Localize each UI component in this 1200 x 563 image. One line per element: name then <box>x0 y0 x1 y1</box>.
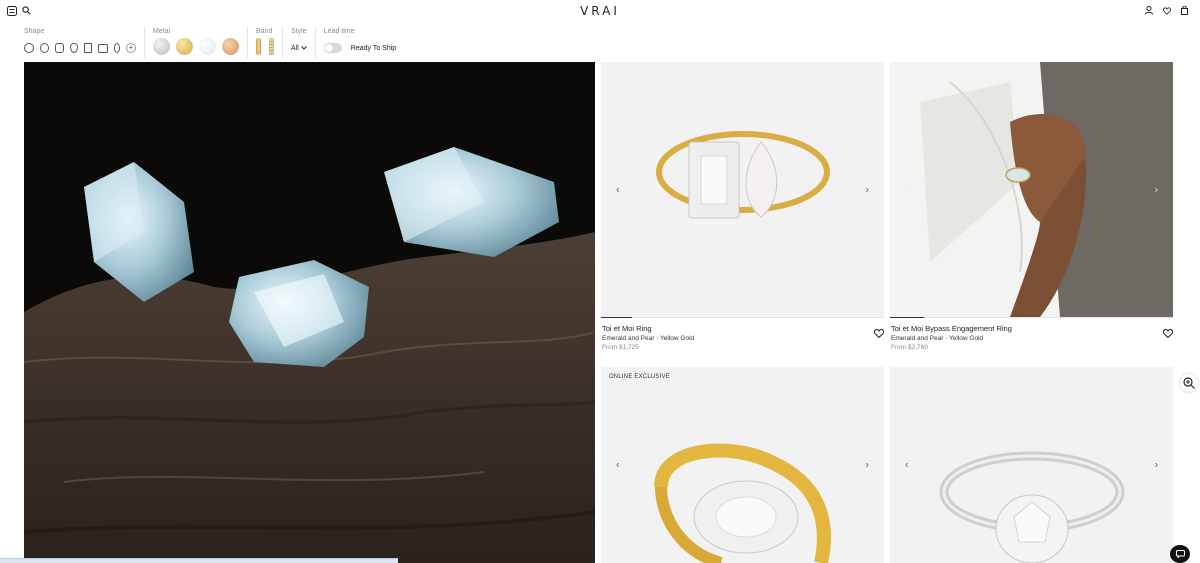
zoom-button[interactable] <box>1180 374 1198 392</box>
loose-diamonds-illustration <box>24 62 595 563</box>
band-options <box>256 37 274 55</box>
product-description: Emerald and Pear · Yellow Gold <box>891 335 984 342</box>
shape-cushion-icon[interactable] <box>55 43 64 53</box>
shape-emerald-icon[interactable] <box>84 43 92 53</box>
band-pave-icon[interactable] <box>269 37 274 55</box>
carousel-progress-fill <box>601 317 633 318</box>
product-image[interactable]: ‹ › <box>601 62 884 318</box>
filter-lead-time: Lead time Ready To Ship <box>323 27 404 58</box>
shape-oval-icon[interactable] <box>40 43 49 53</box>
browser-status-bar <box>0 558 398 563</box>
filter-style: Style All <box>291 27 316 58</box>
ring-illustration <box>939 451 1125 563</box>
filter-shape: Shape + <box>24 27 145 58</box>
carousel-progress-fill <box>890 317 924 318</box>
metal-rose-gold-swatch[interactable] <box>222 37 239 55</box>
filter-metal: Metal <box>153 27 248 58</box>
account-icon[interactable] <box>1143 5 1154 16</box>
metal-yellow-gold-swatch[interactable] <box>176 37 193 55</box>
online-exclusive-badge: ONLINE EXCLUSIVE <box>609 374 670 380</box>
chevron-down-icon <box>300 46 307 50</box>
ready-to-ship-label: Ready To Ship <box>350 44 397 52</box>
metal-platinum-swatch[interactable] <box>153 37 170 55</box>
product-card[interactable]: ‹ › Toi et Moi Bypass Engagement Ring Em… <box>890 62 1174 362</box>
lead-time-toggle-row: Ready To Ship <box>323 41 397 55</box>
style-value: All <box>291 44 299 52</box>
filter-style-label: Style <box>291 28 307 35</box>
carousel-next-icon[interactable]: › <box>1155 460 1158 471</box>
ring-on-hand-photo <box>890 62 1173 317</box>
style-dropdown[interactable]: All <box>291 41 307 55</box>
ring-illustration <box>656 131 830 219</box>
ring-illustration <box>654 443 831 563</box>
product-info: Toi et Moi Bypass Engagement Ring Emeral… <box>891 324 1174 352</box>
product-card[interactable]: ‹ › <box>890 367 1173 563</box>
carousel-prev-icon[interactable]: ‹ <box>616 460 619 471</box>
wishlist-heart-icon[interactable] <box>1162 325 1174 339</box>
product-card[interactable]: ONLINE EXCLUSIVE ‹ › <box>601 367 884 563</box>
hero-image-diamonds[interactable] <box>24 62 595 563</box>
shape-round-icon[interactable] <box>24 43 34 53</box>
carousel-prev-icon[interactable]: ‹ <box>616 185 619 196</box>
product-info: Toi et Moi Ring Emerald and Pear · Yello… <box>602 324 885 352</box>
shape-pear-icon[interactable] <box>70 43 78 53</box>
carousel-prev-icon[interactable]: ‹ <box>905 460 908 471</box>
product-price: From $2,760 <box>891 344 928 351</box>
brand-logo[interactable]: VRAI <box>0 4 1200 18</box>
ready-to-ship-toggle[interactable] <box>323 43 342 53</box>
carousel-next-icon[interactable]: › <box>1155 185 1158 196</box>
band-plain-icon[interactable] <box>256 37 261 55</box>
filter-band: Band <box>256 27 283 58</box>
filter-metal-label: Metal <box>153 28 171 35</box>
carousel-prev-icon[interactable]: ‹ <box>905 185 908 196</box>
metal-white-gold-swatch[interactable] <box>199 37 216 55</box>
carousel-next-icon[interactable]: › <box>866 460 869 471</box>
carousel-progress <box>890 317 1173 318</box>
style-select[interactable]: All <box>291 45 307 52</box>
toggle-knob <box>324 44 333 52</box>
carousel-next-icon[interactable]: › <box>866 185 869 196</box>
wishlist-heart-icon[interactable] <box>873 325 885 339</box>
site-header: VRAI <box>0 0 1200 22</box>
shape-marquise-icon[interactable] <box>114 43 120 53</box>
product-image[interactable]: ‹ › <box>890 62 1173 318</box>
zoom-in-icon <box>1183 377 1195 389</box>
header-right <box>1143 5 1190 16</box>
product-name[interactable]: Toi et Moi Bypass Engagement Ring <box>891 324 1174 334</box>
product-image[interactable]: ONLINE EXCLUSIVE ‹ › <box>601 367 884 563</box>
filter-bar: Shape + Metal Band Style All Lead time R… <box>24 27 412 59</box>
carousel-progress <box>601 317 884 318</box>
metal-options <box>153 37 239 55</box>
filter-band-label: Band <box>256 28 273 35</box>
shape-radiant-icon[interactable] <box>98 43 108 53</box>
chat-button[interactable] <box>1170 545 1190 563</box>
chat-icon <box>1175 550 1185 558</box>
product-price: From $1,725 <box>602 344 639 351</box>
filter-lead-time-label: Lead time <box>323 28 355 35</box>
filter-shape-label: Shape <box>24 28 45 35</box>
product-name[interactable]: Toi et Moi Ring <box>602 324 885 334</box>
product-description: Emerald and Pear · Yellow Gold <box>602 335 695 342</box>
shape-more-icon[interactable]: + <box>126 43 136 53</box>
wishlist-icon[interactable] <box>1161 5 1172 16</box>
product-card[interactable]: ‹ › Toi et Moi Ring Emerald and Pear · Y… <box>601 62 885 362</box>
bag-icon[interactable] <box>1179 5 1190 16</box>
shape-options: + <box>24 41 136 55</box>
product-image[interactable]: ‹ › <box>890 367 1173 563</box>
